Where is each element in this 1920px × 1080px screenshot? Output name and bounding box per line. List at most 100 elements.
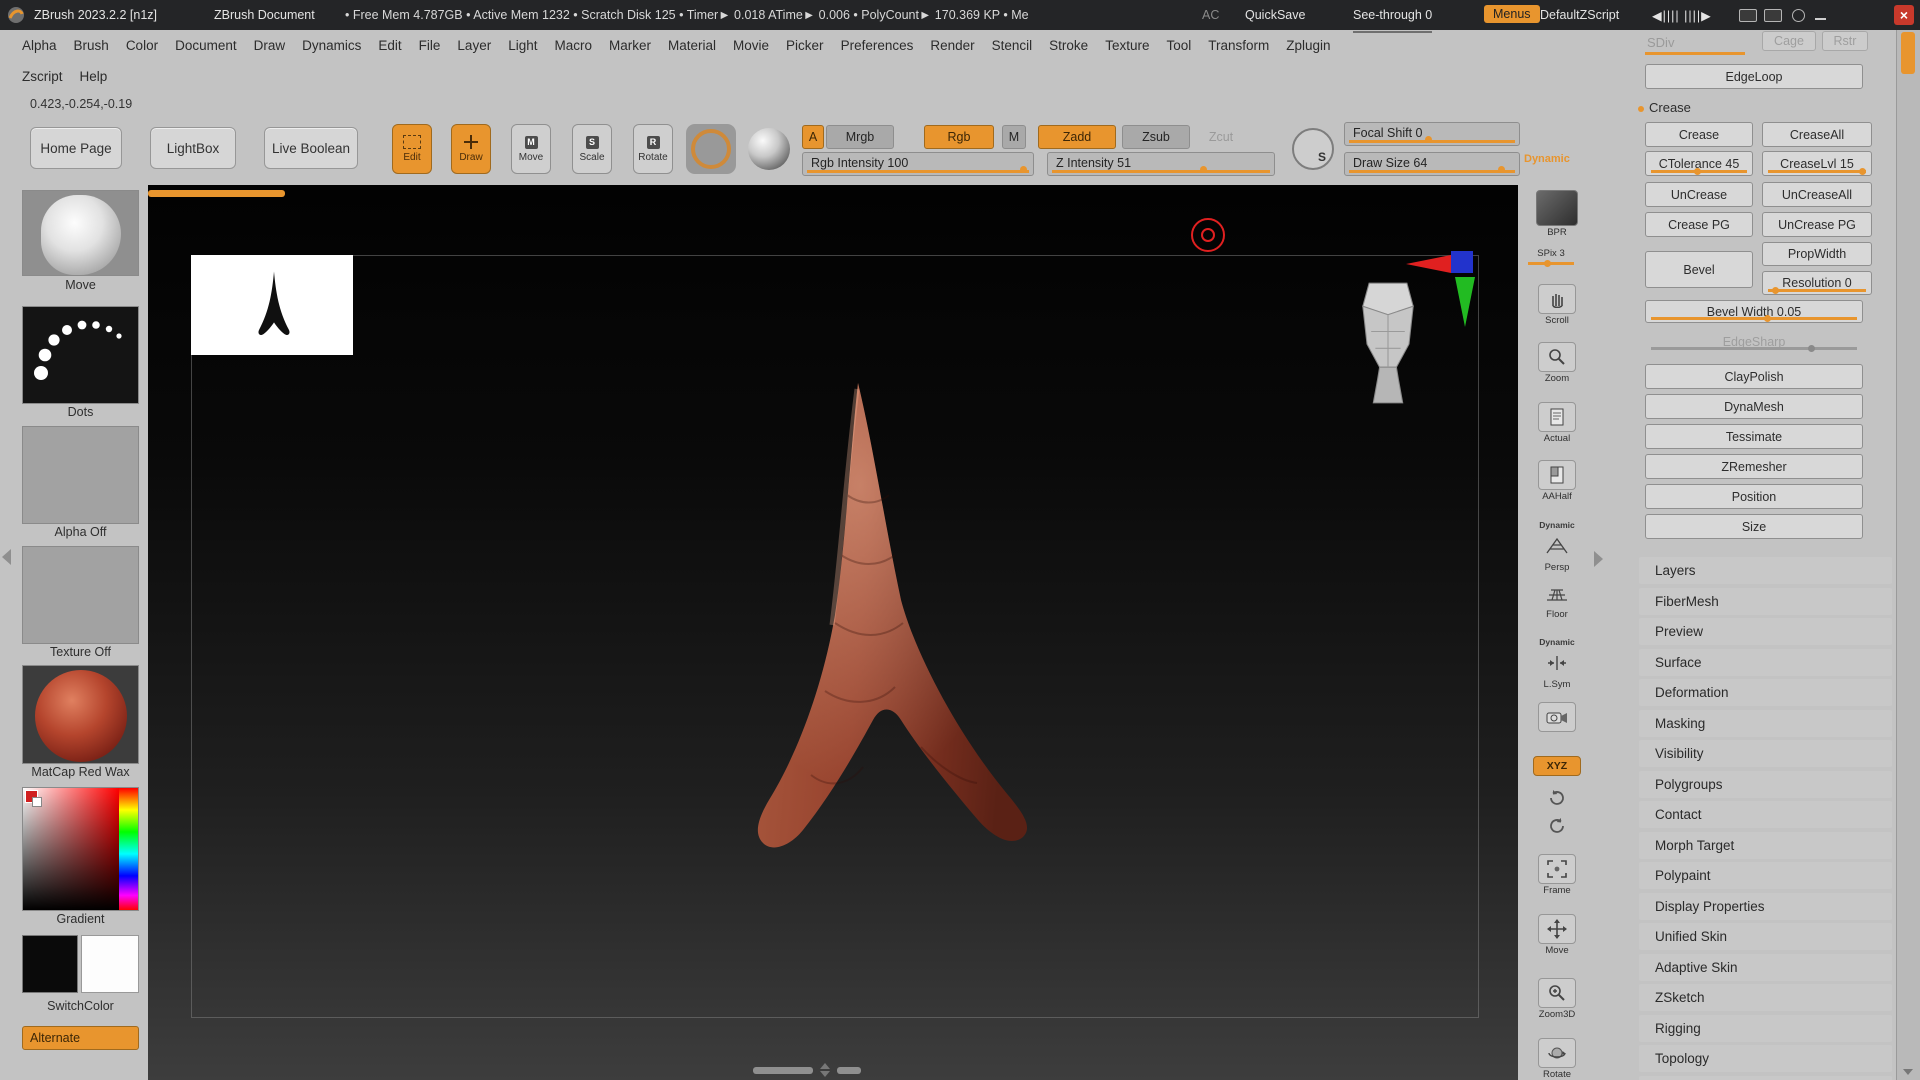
menu-item[interactable]: Tool (1166, 38, 1191, 53)
geometry-button[interactable]: Position (1645, 484, 1863, 509)
scroll-thumb-right[interactable] (837, 1067, 861, 1074)
mrgb-toggle[interactable]: Mrgb (826, 125, 894, 149)
left-tray-collapse-handle[interactable] (2, 549, 11, 565)
subpalette-header[interactable]: Projection (1639, 1076, 1892, 1080)
rotate-3d-button[interactable]: Rotate (1528, 1038, 1586, 1080)
menu-item[interactable]: Zscript (22, 69, 63, 84)
subpalette-header[interactable]: Rigging (1639, 1015, 1892, 1042)
secondary-color-swatch[interactable] (32, 797, 42, 807)
panel-scrollbar-thumb[interactable] (1901, 32, 1915, 74)
subpalette-header[interactable]: Display Properties (1639, 893, 1892, 920)
subpalette-header[interactable]: Preview (1639, 618, 1892, 645)
bevel-width-knob[interactable] (1764, 315, 1771, 322)
aahalf-button[interactable]: AAHalf (1528, 460, 1586, 502)
subpalette-header[interactable]: Topology (1639, 1045, 1892, 1072)
ctolerance-knob[interactable] (1694, 168, 1701, 175)
menu-item[interactable]: Preferences (841, 38, 914, 53)
rgb-intensity-knob[interactable] (1020, 166, 1027, 173)
sculptris-pro-button[interactable]: S (1292, 128, 1334, 170)
minimize-icon[interactable] (1815, 10, 1826, 20)
subpalette-header[interactable]: Visibility (1639, 740, 1892, 767)
color-picker[interactable] (22, 787, 139, 911)
z-intensity-knob[interactable] (1200, 166, 1207, 173)
layout-icons[interactable] (1732, 0, 1826, 30)
rotate-mode-button[interactable]: R Rotate (633, 124, 673, 174)
stroke-picker[interactable] (22, 306, 139, 404)
scroll-tool-button[interactable]: Scroll (1528, 284, 1586, 326)
spix-slider[interactable]: SPix 3 (1528, 248, 1574, 265)
uncrease-button[interactable]: UnCrease (1645, 182, 1753, 207)
camera-button[interactable] (1528, 702, 1586, 732)
move-3d-button[interactable]: Move (1528, 914, 1586, 956)
subpalette-header[interactable]: Polypaint (1639, 862, 1892, 889)
geometry-button[interactable]: DynaMesh (1645, 394, 1863, 419)
floor-button[interactable]: Floor (1528, 578, 1586, 620)
subpalette-header[interactable]: Contact (1639, 801, 1892, 828)
rgb-intensity-slider[interactable]: Rgb Intensity 100 (802, 152, 1034, 176)
menu-item[interactable]: Color (126, 38, 158, 53)
subpalette-header[interactable]: Deformation (1639, 679, 1892, 706)
menu-item[interactable]: Dynamics (302, 38, 361, 53)
right-tray-collapse-handle[interactable] (1594, 551, 1603, 567)
layout-b-icon[interactable] (1764, 9, 1782, 22)
bpr-button[interactable]: BPR (1528, 190, 1586, 238)
local-symmetry-button[interactable]: Dynamic L.Sym (1528, 637, 1586, 690)
bevel-width-slider[interactable]: Bevel Width 0.05 (1645, 300, 1863, 323)
menu-item[interactable]: Movie (733, 38, 769, 53)
move-mode-button[interactable]: M Move (511, 124, 551, 174)
alpha-picker[interactable] (22, 426, 139, 524)
scale-mode-button[interactable]: S Scale (572, 124, 612, 174)
bevel-button[interactable]: Bevel (1645, 251, 1753, 288)
scroll-thumb-left[interactable] (753, 1067, 813, 1074)
material-picker[interactable] (22, 665, 139, 764)
menu-item[interactable]: Stencil (992, 38, 1033, 53)
draw-mode-button[interactable]: Draw (451, 124, 491, 174)
actual-size-button[interactable]: Actual (1528, 402, 1586, 444)
zadd-toggle[interactable]: Zadd (1038, 125, 1116, 149)
canvas-bottom-scroll[interactable] (753, 1063, 861, 1077)
cage-button[interactable]: Cage (1762, 31, 1816, 51)
subpalette-header[interactable]: FiberMesh (1639, 588, 1892, 615)
draw-size-slider[interactable]: Draw Size 64 (1344, 152, 1520, 176)
current-brush-button[interactable] (686, 124, 736, 174)
default-zscript-button[interactable]: DefaultZScript (1540, 0, 1619, 30)
menu-item[interactable]: Texture (1105, 38, 1149, 53)
creaseall-button[interactable]: CreaseAll (1762, 122, 1872, 147)
rgb-toggle[interactable]: Rgb (924, 125, 994, 149)
menu-item[interactable]: Edit (378, 38, 401, 53)
subpalette-header[interactable]: Layers (1639, 557, 1892, 584)
spix-knob[interactable] (1544, 260, 1551, 267)
material-sphere-icon[interactable] (748, 128, 790, 170)
layout-a-icon[interactable] (1739, 9, 1757, 22)
sdiv-track[interactable] (1645, 52, 1745, 55)
resolution-knob[interactable] (1772, 287, 1779, 294)
menu-item[interactable]: Stroke (1049, 38, 1088, 53)
uncreaseall-button[interactable]: UnCreaseAll (1762, 182, 1872, 207)
rotate-cw-button[interactable] (1528, 816, 1586, 836)
subpalette-header[interactable]: ZSketch (1639, 984, 1892, 1011)
hue-strip[interactable] (119, 788, 138, 910)
edgeloop-button[interactable]: EdgeLoop (1645, 64, 1863, 89)
menu-item[interactable]: Help (80, 69, 108, 84)
geometry-button[interactable]: ZRemesher (1645, 454, 1863, 479)
crease-pg-button[interactable]: Crease PG (1645, 212, 1753, 237)
menu-item[interactable]: Zplugin (1286, 38, 1330, 53)
anchor-toggle[interactable]: A (802, 125, 824, 149)
menu-item[interactable]: Alpha (22, 38, 57, 53)
canvas-horizontal-scrollbar[interactable] (148, 190, 285, 197)
panel-scroll-down-icon[interactable] (1903, 1069, 1913, 1075)
rstr-button[interactable]: Rstr (1822, 31, 1868, 51)
creaselvl-knob[interactable] (1859, 168, 1866, 175)
document-canvas[interactable] (148, 185, 1518, 1080)
zcut-toggle[interactable]: Zcut (1198, 125, 1244, 149)
subpalette-header[interactable]: Unified Skin (1639, 923, 1892, 950)
subpalette-header[interactable]: Morph Target (1639, 832, 1892, 859)
subpalette-header[interactable]: Masking (1639, 710, 1892, 737)
menu-item[interactable]: Transform (1208, 38, 1269, 53)
edgesharp-slider[interactable]: EdgeSharp (1645, 330, 1863, 353)
sdiv-slider[interactable]: SDiv (1647, 35, 1674, 50)
menu-item[interactable]: Material (668, 38, 716, 53)
xyz-constraint-button[interactable]: XYZ (1528, 756, 1586, 776)
close-button[interactable]: × (1894, 5, 1914, 25)
menu-item[interactable]: Picker (786, 38, 824, 53)
